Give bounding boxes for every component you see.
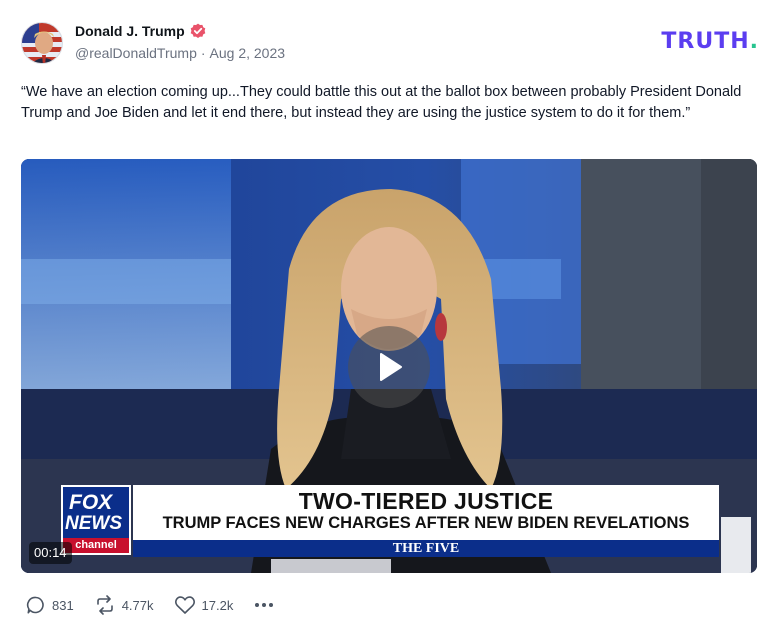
name-row: Donald J. Trump <box>75 23 285 39</box>
play-icon <box>380 353 402 381</box>
meta-row: @realDonaldTrump · Aug 2, 2023 <box>75 45 285 61</box>
truth-logo[interactable]: TRUTH . <box>661 29 758 54</box>
network-logo-line3: channel <box>63 538 129 553</box>
like-count: 17.2k <box>201 597 234 613</box>
play-button[interactable] <box>348 326 430 408</box>
reply-button[interactable]: 831 <box>26 595 74 615</box>
author-block: Donald J. Trump @realDonaldTrump · Aug 2… <box>75 23 285 61</box>
reply-count: 831 <box>52 597 74 613</box>
chyron-show-name: THE FIVE <box>133 540 719 557</box>
video-duration: 00:14 <box>29 542 72 564</box>
like-button[interactable]: 17.2k <box>174 595 234 615</box>
post-header: Donald J. Trump @realDonaldTrump · Aug 2… <box>21 22 761 66</box>
more-icon <box>255 603 274 607</box>
post-text: “We have an election coming up...They co… <box>21 84 742 121</box>
verified-badge-icon <box>190 23 206 39</box>
reply-icon <box>26 596 44 614</box>
news-chyron: FOX NEWS channel TWO-TIERED JUSTICE TRUM… <box>61 485 719 557</box>
chyron-headline: TWO-TIERED JUSTICE <box>298 488 554 514</box>
avatar[interactable] <box>21 22 63 64</box>
display-name[interactable]: Donald J. Trump <box>75 23 185 39</box>
chyron-bar: TWO-TIERED JUSTICE TRUMP FACES NEW CHARG… <box>133 485 719 557</box>
post-date[interactable]: Aug 2, 2023 <box>210 45 286 61</box>
handle[interactable]: @realDonaldTrump <box>75 45 197 61</box>
retruth-button[interactable]: 4.77k <box>94 595 154 615</box>
truth-post: Donald J. Trump @realDonaldTrump · Aug 2… <box>0 0 778 636</box>
chyron-subheadline: TRUMP FACES NEW CHARGES AFTER NEW BIDEN … <box>162 514 690 532</box>
retruth-icon <box>96 595 113 615</box>
video-player[interactable]: FOX NEWS channel TWO-TIERED JUSTICE TRUM… <box>21 159 757 573</box>
more-options-button[interactable] <box>253 594 275 616</box>
heart-icon <box>174 596 195 614</box>
meta-separator: · <box>200 45 206 61</box>
action-bar: 831 4.77k 17.2k <box>26 594 275 616</box>
truth-logo-text: TRUTH <box>661 29 750 54</box>
truth-logo-dot: . <box>749 29 758 54</box>
network-logo-line2: NEWS <box>65 513 122 534</box>
network-logo-line1: FOX <box>69 491 113 514</box>
retruth-count: 4.77k <box>121 597 154 613</box>
